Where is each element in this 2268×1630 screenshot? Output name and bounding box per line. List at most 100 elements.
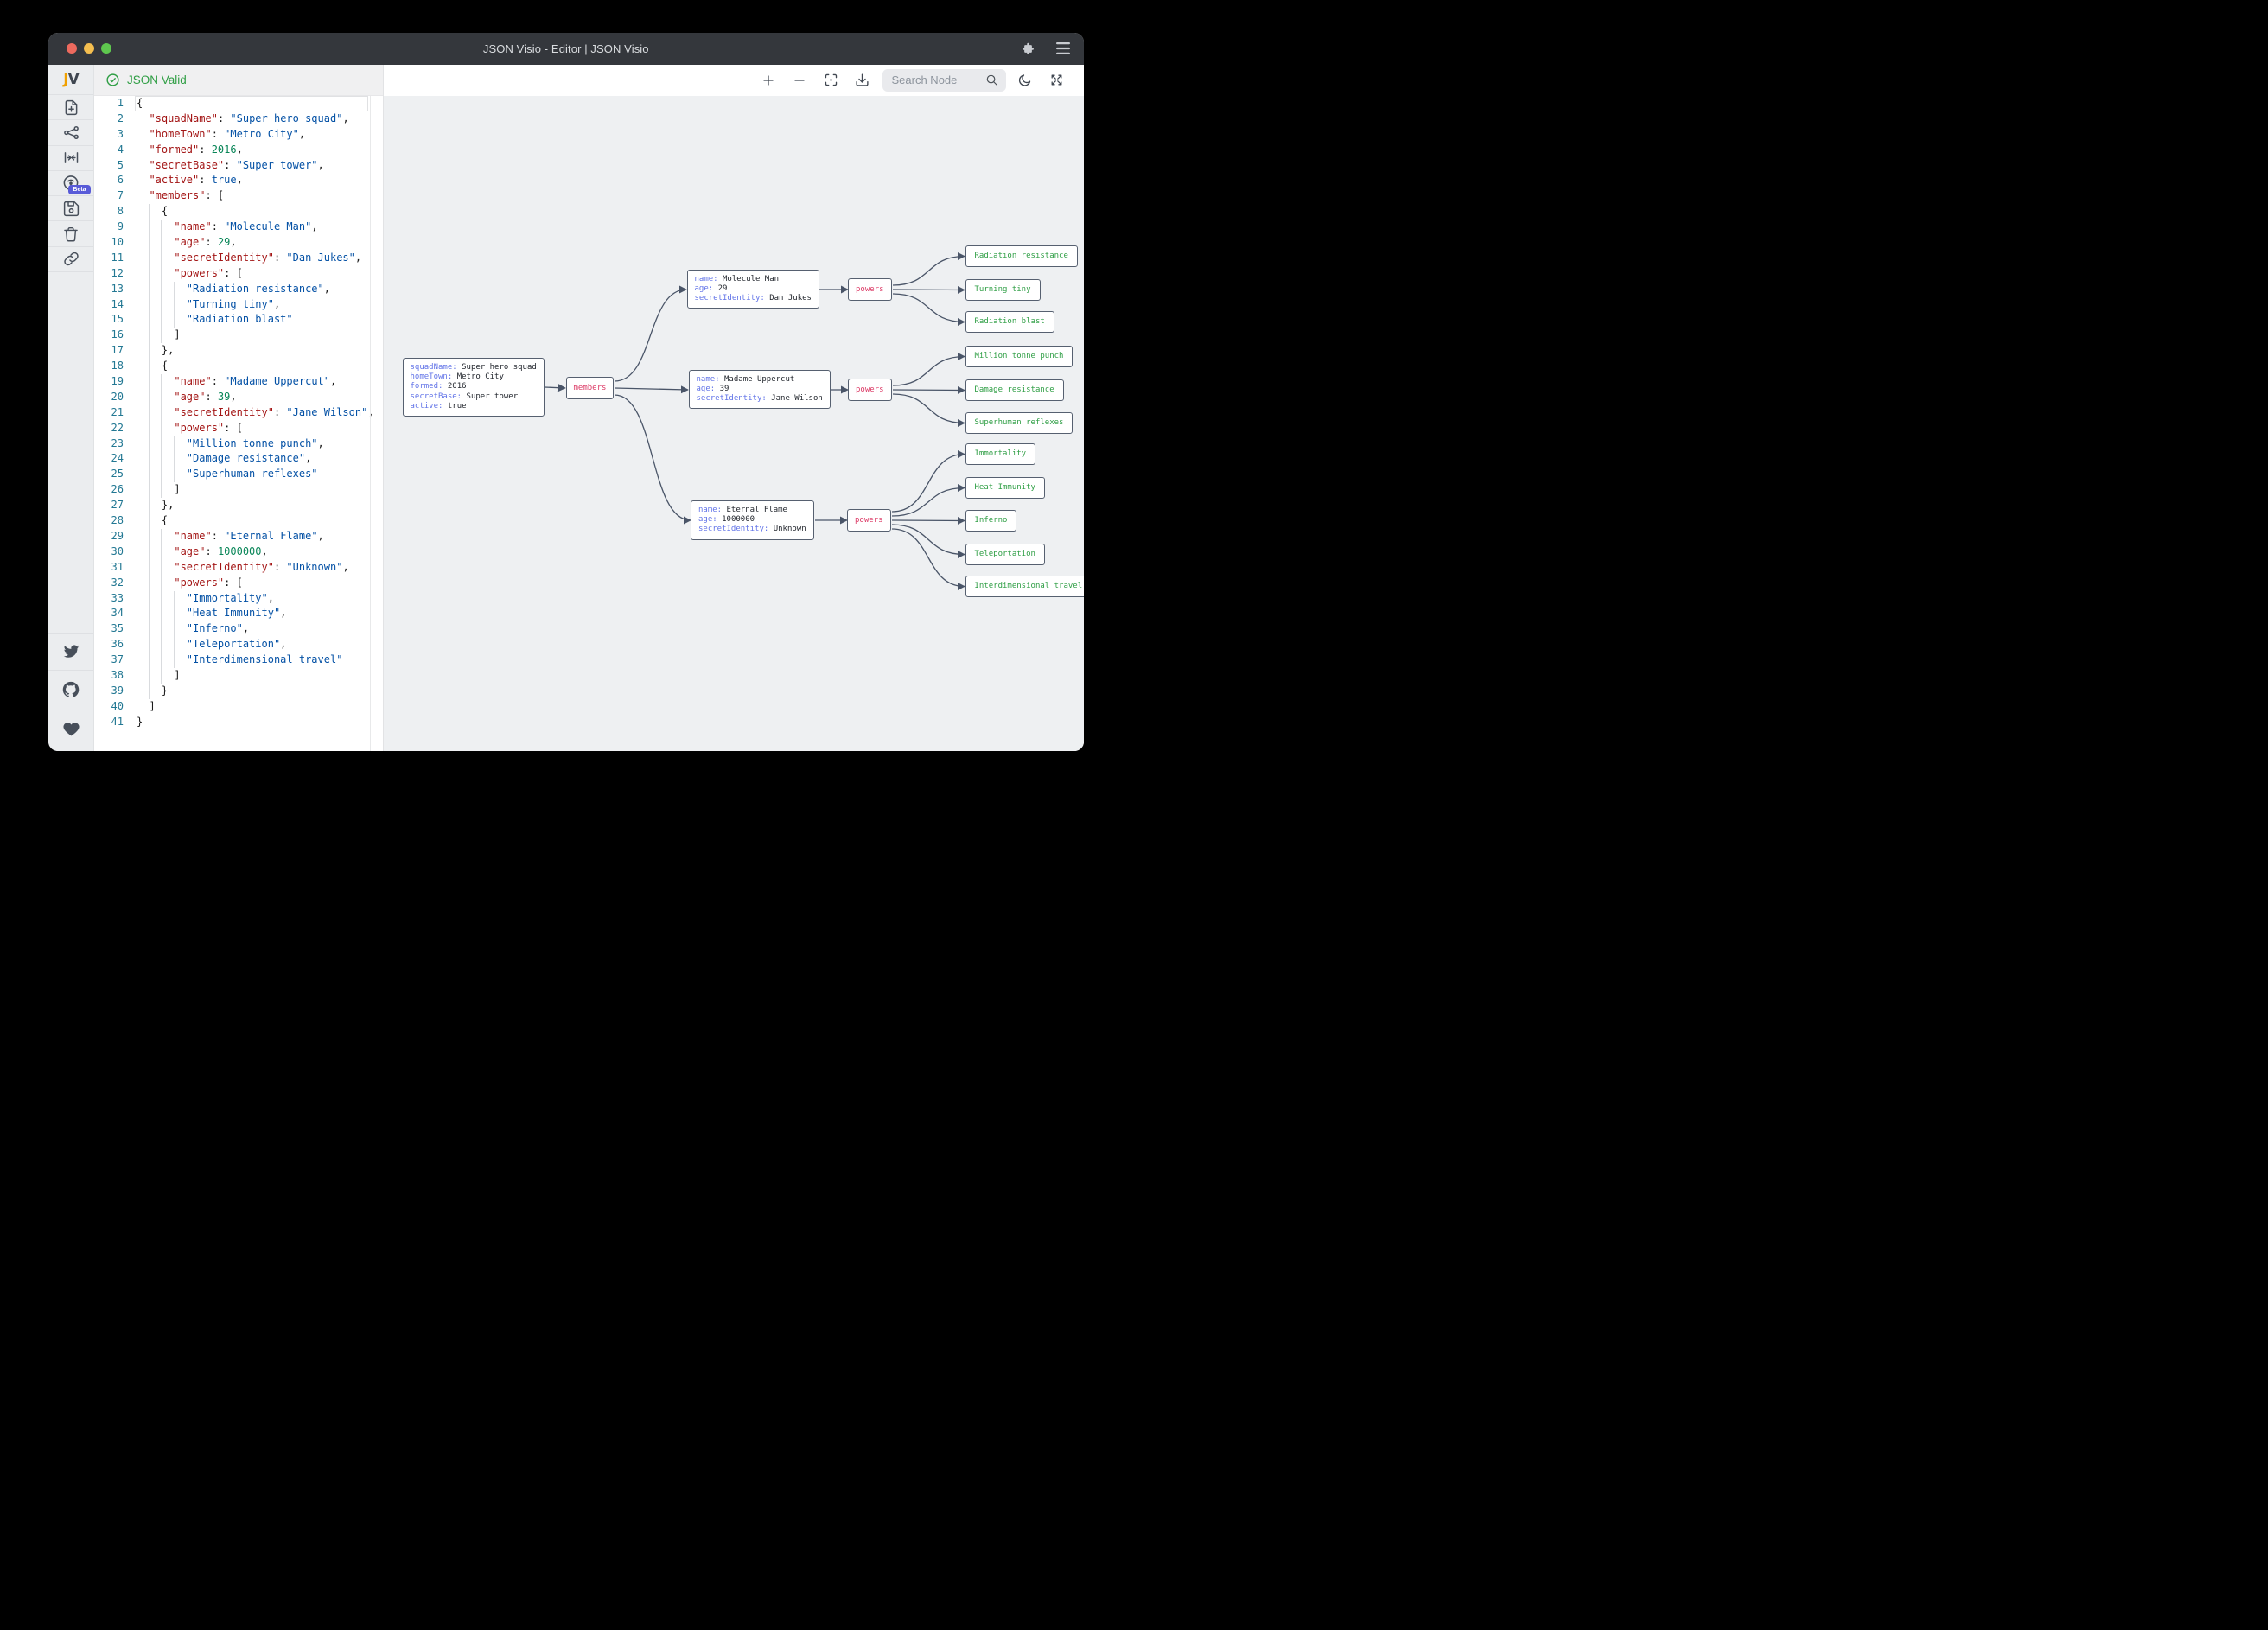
- download-icon: [855, 73, 870, 87]
- editor-line[interactable]: 40 ]: [94, 699, 383, 715]
- line-number: 28: [94, 513, 124, 529]
- editor-line[interactable]: 19 "name": "Madame Uppercut",: [94, 374, 383, 390]
- graph-node-powers-2[interactable]: powers: [847, 509, 891, 532]
- editor-line[interactable]: 26 ]: [94, 482, 383, 498]
- graph-node-member-2[interactable]: name: Eternal Flameage: 1000000secretIde…: [691, 500, 814, 540]
- editor-line[interactable]: 1{: [94, 96, 383, 111]
- graph-node-powers-1[interactable]: powers: [848, 379, 892, 401]
- download-image-button[interactable]: [855, 73, 870, 87]
- app-logo[interactable]: JV: [48, 65, 93, 96]
- line-number: 20: [94, 390, 124, 405]
- editor-line[interactable]: 41}: [94, 715, 383, 730]
- line-number: 21: [94, 405, 124, 421]
- editor-line[interactable]: 10 "age": 29,: [94, 235, 383, 251]
- graph-node-power-1-1[interactable]: Damage resistance: [965, 379, 1064, 401]
- dark-mode-toggle[interactable]: [1017, 73, 1032, 87]
- graph-node-power-0-2[interactable]: Radiation blast: [965, 311, 1054, 333]
- graph-canvas[interactable]: squadName: Super hero squadhomeTown: Met…: [384, 96, 1084, 751]
- editor-line[interactable]: 35 "Inferno",: [94, 621, 383, 637]
- graph-node-power-2-1[interactable]: Heat Immunity: [965, 477, 1045, 499]
- editor-line[interactable]: 18 {: [94, 359, 383, 374]
- json-code-editor[interactable]: 1{2 "squadName": "Super hero squad",3 "h…: [94, 96, 383, 751]
- editor-line[interactable]: 3 "homeTown": "Metro City",: [94, 127, 383, 143]
- editor-line[interactable]: 28 {: [94, 513, 383, 529]
- editor-line[interactable]: 15 "Radiation blast": [94, 312, 383, 328]
- graph-view-button[interactable]: [48, 120, 93, 145]
- line-number: 33: [94, 591, 124, 607]
- editor-line[interactable]: 33 "Immortality",: [94, 591, 383, 607]
- save-button[interactable]: [48, 196, 93, 221]
- twitter-icon: [62, 642, 80, 660]
- zoom-in-button[interactable]: [761, 73, 776, 87]
- browser-menu-icon[interactable]: [1056, 42, 1070, 54]
- left-sidebar: JV B: [48, 65, 94, 751]
- graph-node-power-2-3[interactable]: Teleportation: [965, 544, 1045, 565]
- search-node-box: [882, 69, 1006, 92]
- editor-line[interactable]: 37 "Interdimensional travel": [94, 653, 383, 668]
- zoom-out-button[interactable]: [793, 73, 807, 87]
- editor-line[interactable]: 36 "Teleportation",: [94, 637, 383, 653]
- editor-line[interactable]: 39 }: [94, 684, 383, 699]
- line-number: 29: [94, 529, 124, 544]
- editor-line[interactable]: 16 ]: [94, 328, 383, 343]
- editor-line[interactable]: 12 "powers": [: [94, 266, 383, 282]
- twitter-link-button[interactable]: [48, 633, 93, 671]
- editor-line[interactable]: 27 },: [94, 498, 383, 513]
- editor-line[interactable]: 20 "age": 39,: [94, 390, 383, 405]
- editor-line[interactable]: 2 "squadName": "Super hero squad",: [94, 111, 383, 127]
- search-node-input[interactable]: [890, 73, 985, 87]
- editor-line[interactable]: 9 "name": "Molecule Man",: [94, 220, 383, 235]
- editor-line[interactable]: 11 "secretIdentity": "Dan Jukes",: [94, 251, 383, 266]
- editor-line[interactable]: 13 "Radiation resistance",: [94, 282, 383, 297]
- editor-line[interactable]: 29 "name": "Eternal Flame",: [94, 529, 383, 544]
- graph-node-power-2-2[interactable]: Inferno: [965, 510, 1017, 532]
- center-view-button[interactable]: [48, 146, 93, 171]
- graph-node-member-0[interactable]: name: Molecule Manage: 29secretIdentity:…: [687, 270, 819, 309]
- github-icon: [61, 680, 80, 699]
- heart-icon: [62, 720, 80, 738]
- editor-line[interactable]: 24 "Damage resistance",: [94, 451, 383, 467]
- editor-line[interactable]: 17 },: [94, 343, 383, 359]
- graph-node-power-0-1[interactable]: Turning tiny: [965, 279, 1041, 301]
- editor-line[interactable]: 6 "active": true,: [94, 173, 383, 188]
- editor-scrollbar[interactable]: [370, 96, 371, 751]
- center-focus-button[interactable]: [824, 73, 838, 87]
- minus-icon: [793, 73, 806, 87]
- editor-line[interactable]: 8 {: [94, 204, 383, 220]
- graph-node-members[interactable]: members: [566, 377, 615, 399]
- graph-node-power-2-4[interactable]: Interdimensional travel: [965, 576, 1084, 597]
- search-icon[interactable]: [985, 73, 998, 86]
- line-number: 9: [94, 220, 124, 235]
- github-link-button[interactable]: [48, 670, 93, 708]
- fullscreen-toggle[interactable]: [1049, 73, 1064, 87]
- share-link-button[interactable]: [48, 247, 93, 272]
- line-number: 25: [94, 467, 124, 482]
- editor-line[interactable]: 7 "members": [: [94, 188, 383, 204]
- editor-line[interactable]: 32 "powers": [: [94, 576, 383, 591]
- editor-line[interactable]: 30 "age": 1000000,: [94, 544, 383, 560]
- line-number: 10: [94, 235, 124, 251]
- sponsor-link-button[interactable]: [48, 708, 93, 750]
- editor-line[interactable]: 25 "Superhuman reflexes": [94, 467, 383, 482]
- app-window: JSON Visio - Editor | JSON Visio JV: [48, 33, 1084, 751]
- graph-node-root[interactable]: squadName: Super hero squadhomeTown: Met…: [403, 358, 545, 417]
- graph-node-power-1-2[interactable]: Superhuman reflexes: [965, 412, 1073, 434]
- delete-button[interactable]: [48, 222, 93, 247]
- graph-toolbar: [384, 65, 1084, 97]
- graph-node-power-2-0[interactable]: Immortality: [965, 443, 1036, 465]
- editor-line[interactable]: 34 "Heat Immunity",: [94, 606, 383, 621]
- editor-line[interactable]: 31 "secretIdentity": "Unknown",: [94, 560, 383, 576]
- editor-line[interactable]: 22 "powers": [: [94, 421, 383, 436]
- graph-node-member-1[interactable]: name: Madame Uppercutage: 39secretIdenti…: [689, 370, 831, 410]
- editor-line[interactable]: 4 "formed": 2016,: [94, 143, 383, 158]
- editor-line[interactable]: 14 "Turning tiny",: [94, 297, 383, 313]
- editor-line[interactable]: 23 "Million tonne punch",: [94, 436, 383, 452]
- editor-line[interactable]: 5 "secretBase": "Super tower",: [94, 158, 383, 174]
- editor-line[interactable]: 21 "secretIdentity": "Jane Wilson",: [94, 405, 383, 421]
- graph-node-powers-0[interactable]: powers: [848, 278, 892, 301]
- editor-line[interactable]: 38 ]: [94, 668, 383, 684]
- extensions-puzzle-icon[interactable]: [1022, 42, 1035, 55]
- new-document-button[interactable]: [48, 95, 93, 120]
- graph-node-power-0-0[interactable]: Radiation resistance: [965, 245, 1078, 267]
- graph-node-power-1-0[interactable]: Million tonne punch: [965, 346, 1073, 367]
